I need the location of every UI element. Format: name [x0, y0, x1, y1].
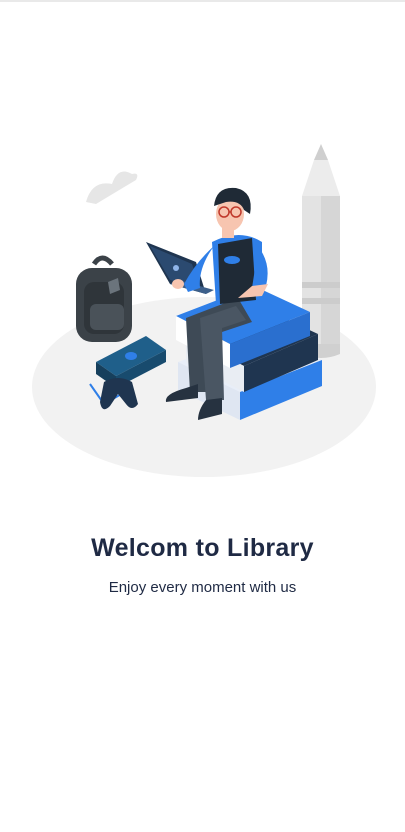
- welcome-title: Welcom to Library: [91, 534, 314, 562]
- cloud-icon: [86, 171, 138, 204]
- student-reading-illustration: [32, 144, 376, 477]
- welcome-screen: Welcom to Library Enjoy every moment wit…: [0, 0, 405, 832]
- backpack-icon: [76, 255, 132, 342]
- welcome-subtitle: Enjoy every moment with us: [108, 579, 297, 596]
